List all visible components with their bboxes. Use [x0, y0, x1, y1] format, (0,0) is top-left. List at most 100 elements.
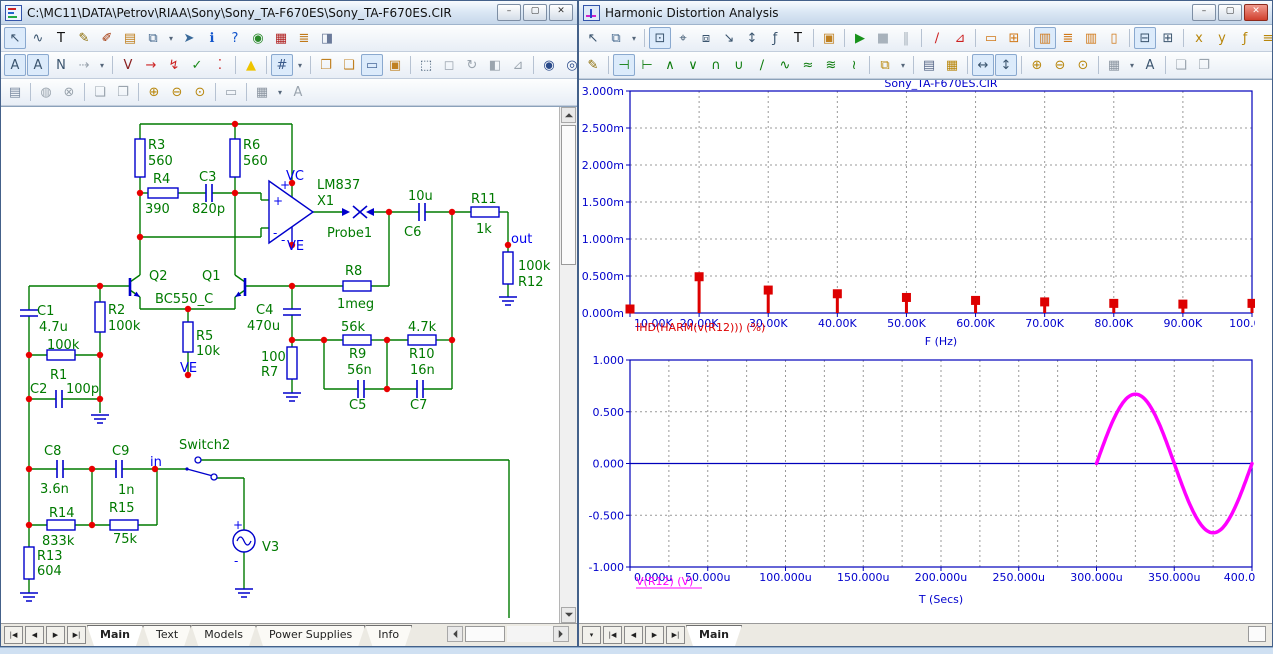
pause-icon[interactable]: ‖: [895, 27, 917, 49]
grid-array-icon[interactable]: ▦: [251, 81, 273, 103]
zoom-rectangle-icon[interactable]: ⧈: [695, 27, 717, 49]
maximize-button[interactable]: ▢: [1218, 4, 1242, 21]
net-highlight-icon[interactable]: ⇢: [73, 54, 95, 76]
cursor-peak-icon[interactable]: ∧: [659, 54, 681, 76]
help-mode-icon[interactable]: ?: [224, 27, 246, 49]
point-to-point-icon[interactable]: ➤: [178, 27, 200, 49]
magnify-lens-icon[interactable]: ≡: [1257, 27, 1273, 49]
properties-icon[interactable]: ▣: [384, 54, 406, 76]
horizontal-scroll-thumb[interactable]: [465, 626, 505, 642]
grid-array-caret-icon[interactable]: ▾: [1126, 54, 1138, 76]
cursor-global-high-icon[interactable]: ≈: [797, 54, 819, 76]
plot-canvas[interactable]: 3.000m2.500m2.000m1.500m1.000m0.500m0.00…: [579, 79, 1272, 623]
single-axis-icon[interactable]: ⊟: [1134, 27, 1156, 49]
model-check-icon[interactable]: ▦: [270, 27, 292, 49]
minimize-button[interactable]: –: [497, 4, 521, 21]
wire-mode-icon[interactable]: ∿: [27, 27, 49, 49]
cursor-next-icon[interactable]: ⊣: [613, 54, 635, 76]
horizontal-scroll-track[interactable]: [507, 626, 553, 642]
previous-page-button[interactable]: ◀: [624, 626, 643, 644]
previous-page-button[interactable]: ◀: [25, 626, 44, 644]
cursor-inflection-icon[interactable]: ∿: [774, 54, 796, 76]
paste-caret-icon[interactable]: ▾: [897, 54, 909, 76]
scroll-up-button[interactable]: [561, 107, 576, 123]
select-tool-icon[interactable]: ↖: [4, 27, 26, 49]
next-page-button[interactable]: ▶: [46, 626, 65, 644]
currents-display-icon[interactable]: →: [140, 54, 162, 76]
title-block-icon[interactable]: ❐: [315, 54, 337, 76]
border-block-icon[interactable]: ❑: [338, 54, 360, 76]
dropdown-caret-icon[interactable]: ▾: [628, 27, 640, 49]
power-display-icon[interactable]: ↯: [163, 54, 185, 76]
pin-connections-icon[interactable]: ⁚: [209, 54, 231, 76]
info-icon[interactable]: ℹ: [201, 27, 223, 49]
zoom-out-icon[interactable]: ⊖: [1049, 54, 1071, 76]
last-page-button[interactable]: ▶|: [666, 626, 685, 644]
send-to-back-icon[interactable]: ❐: [112, 81, 134, 103]
bring-to-front-icon[interactable]: ❏: [1170, 54, 1192, 76]
zoom-y-icon[interactable]: y: [1211, 27, 1233, 49]
properties-icon[interactable]: ▣: [818, 27, 840, 49]
next-page-button[interactable]: ▶: [645, 626, 664, 644]
analysis-titlebar[interactable]: Harmonic Distortion Analysis –▢✕: [579, 1, 1272, 25]
mirror-vertical-icon[interactable]: ⊿: [507, 54, 529, 76]
font-select-icon[interactable]: A: [287, 81, 309, 103]
tab-power-supplies[interactable]: Power Supplies: [256, 625, 365, 646]
node-voltages-icon[interactable]: V: [117, 54, 139, 76]
no-errors-icon[interactable]: ◍: [35, 81, 57, 103]
select-all-icon[interactable]: ⬚: [415, 54, 437, 76]
text-mode-icon[interactable]: T: [50, 27, 72, 49]
pen-mode-icon[interactable]: ✐: [96, 27, 118, 49]
point-tag-icon[interactable]: ↘: [718, 27, 740, 49]
grid-array-icon[interactable]: ▦: [1103, 54, 1125, 76]
formula-tag-icon[interactable]: ƒ: [764, 27, 786, 49]
rotate-icon[interactable]: ↻: [461, 54, 483, 76]
conditions-display-icon[interactable]: ✓: [186, 54, 208, 76]
attribute-text-icon[interactable]: A: [4, 54, 26, 76]
scroll-down-button[interactable]: [561, 607, 576, 623]
stop-icon[interactable]: ■: [872, 27, 894, 49]
tab-main[interactable]: Main: [686, 625, 742, 646]
schematic-horizontal-scrollbar[interactable]: [447, 626, 569, 643]
maximize-button[interactable]: ▢: [523, 4, 547, 21]
grid-array-caret-icon[interactable]: ▾: [274, 81, 286, 103]
font-select-icon[interactable]: A: [1139, 54, 1161, 76]
dropdown-caret-icon[interactable]: ▾: [165, 27, 177, 49]
attribute-value-icon[interactable]: A: [27, 54, 49, 76]
zoom-out-icon[interactable]: ⊖: [166, 81, 188, 103]
first-page-button[interactable]: |◀: [4, 626, 23, 644]
zoom-x-icon[interactable]: x: [1188, 27, 1210, 49]
mirror-horizontal-icon[interactable]: ◧: [484, 54, 506, 76]
cursor-valley-icon[interactable]: ∨: [682, 54, 704, 76]
close-button[interactable]: ✕: [1244, 4, 1268, 21]
schematic-titlebar[interactable]: C:\MC11\DATA\Petrov\RIAA\Sony\Sony_TA-F6…: [1, 1, 577, 25]
page-notes-icon[interactable]: ▤: [4, 81, 26, 103]
web-search-icon[interactable]: ◉: [247, 27, 269, 49]
first-page-button[interactable]: |◀: [603, 626, 622, 644]
cursor-slope-icon[interactable]: ∕: [751, 54, 773, 76]
edit-properties-icon[interactable]: ✎: [582, 54, 604, 76]
clipboard-copy-icon[interactable]: ⧉: [142, 27, 164, 49]
find-icon[interactable]: ◉: [538, 54, 560, 76]
close-button[interactable]: ✕: [549, 4, 573, 21]
step-edit-icon[interactable]: ◨: [316, 27, 338, 49]
plot-group-1-icon[interactable]: ▥: [1034, 27, 1056, 49]
align-cursors-vertical-icon[interactable]: ↕: [995, 54, 1017, 76]
line-mode-icon[interactable]: ✎: [73, 27, 95, 49]
vertical-scroll-thumb[interactable]: [561, 125, 576, 265]
cursor-mode-icon[interactable]: ⌖: [672, 27, 694, 49]
last-page-button[interactable]: ▶|: [67, 626, 86, 644]
vertical-tag-icon[interactable]: ↕: [741, 27, 763, 49]
zoom-in-icon[interactable]: ⊕: [143, 81, 165, 103]
plot-select-button[interactable]: ▾: [582, 626, 601, 644]
numeric-output-icon[interactable]: ▤: [918, 54, 940, 76]
dropdown-caret-icon[interactable]: ▾: [96, 54, 108, 76]
cursor-envelope-icon[interactable]: ≀: [843, 54, 865, 76]
clipboard-copy-icon[interactable]: ⧉: [605, 27, 627, 49]
schematic-canvas[interactable]: +-+-+-R3560R6560R4390C3820pVCLM837X1VEPr…: [1, 106, 577, 623]
cancel-icon[interactable]: ⊗: [58, 81, 80, 103]
clear-region-icon[interactable]: ◻: [438, 54, 460, 76]
plot-group-2-icon[interactable]: ≣: [1057, 27, 1079, 49]
schematic-vertical-scrollbar[interactable]: [559, 107, 577, 623]
select-tool-icon[interactable]: ↖: [582, 27, 604, 49]
